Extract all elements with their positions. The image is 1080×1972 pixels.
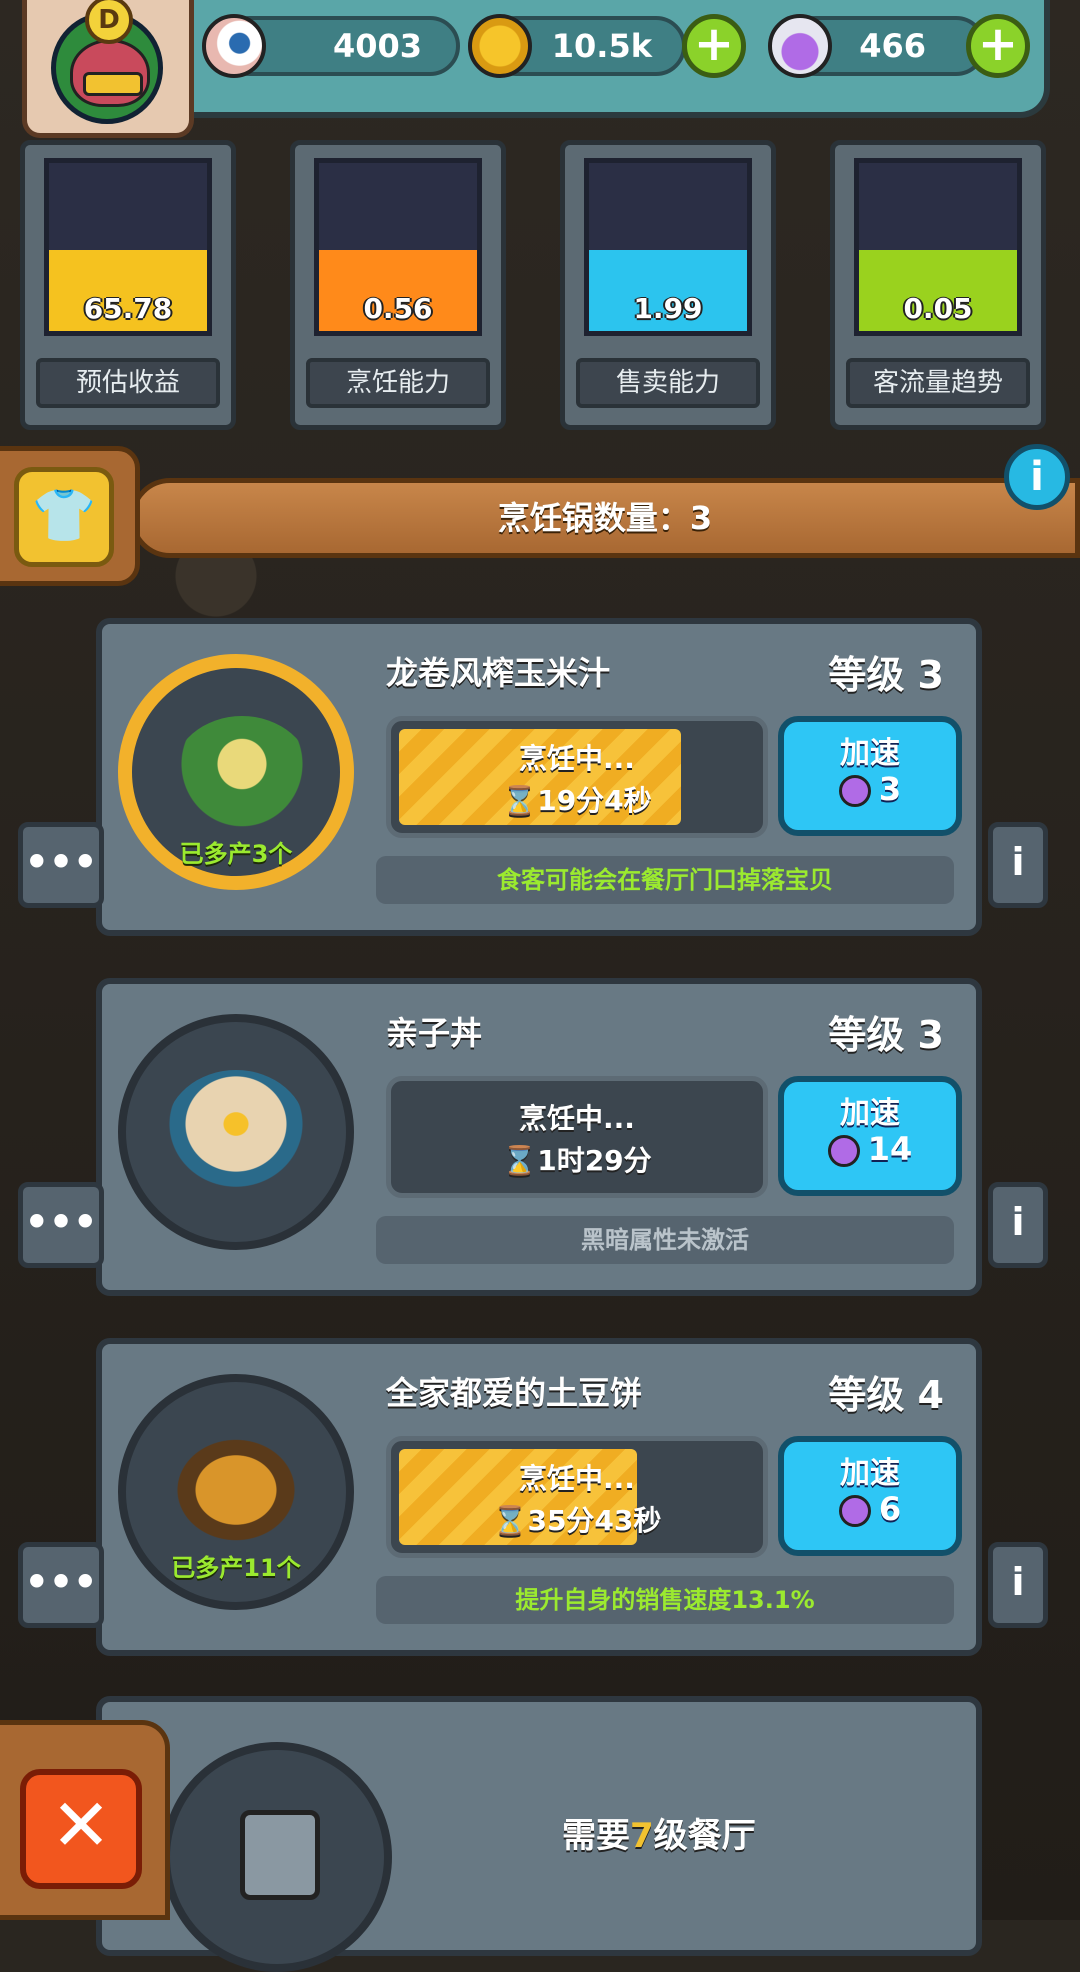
cooking-card: ••• i 已多产3个 龙卷风榨玉米汁 等级 3 烹饪中... ⌛19分4秒 加… xyxy=(18,618,1048,936)
potion-icon xyxy=(827,1135,860,1167)
info-icon[interactable]: i xyxy=(1004,444,1070,510)
dish-level: 等级 3 xyxy=(828,1013,944,1057)
stat-selling-ability: 1.99 售卖能力 xyxy=(560,140,776,430)
close-button-frame: ✕ xyxy=(0,1720,170,1920)
potion-icon xyxy=(838,775,871,807)
dish-effect-hint: 黑暗属性未激活 xyxy=(376,1216,954,1264)
oyakodon-dish-icon xyxy=(166,1070,306,1190)
shirt-icon[interactable]: 👕 xyxy=(14,467,114,567)
stat-label: 客流量趋势 xyxy=(846,358,1030,408)
dish-progress-ring: 已多产11个 xyxy=(118,1374,354,1610)
stat-value: 1.99 xyxy=(633,292,703,325)
more-options-button[interactable]: ••• xyxy=(18,1542,104,1628)
card-info-button[interactable]: i xyxy=(988,1542,1048,1628)
stat-value: 0.56 xyxy=(363,292,433,325)
card-info-button[interactable]: i xyxy=(988,1182,1048,1268)
cooking-progress: 烹饪中... ⌛19分4秒 xyxy=(386,716,768,838)
potato-pancake-dish-icon xyxy=(166,1430,306,1550)
dish-level: 等级 3 xyxy=(828,653,944,697)
cooking-status: 烹饪中... xyxy=(519,742,635,775)
speed-up-button[interactable]: 加速 3 xyxy=(778,716,962,836)
speed-up-cost: 3 xyxy=(784,770,956,808)
cooking-card: ••• i 已多产11个 全家都爱的土豆饼 等级 4 烹饪中... ⌛35分43… xyxy=(18,1338,1048,1656)
stat-label: 烹饪能力 xyxy=(306,358,490,408)
monster-face-icon xyxy=(70,39,150,107)
stat-tank: 65.78 xyxy=(44,158,212,336)
dish-progress-ring: 已多产3个 xyxy=(118,654,354,890)
cooking-timer: ⌛35分43秒 xyxy=(492,1504,662,1537)
potion-icon xyxy=(838,1495,871,1527)
coin-icon xyxy=(468,14,532,78)
cooking-status: 烹饪中... xyxy=(519,1102,635,1135)
coin-count: 10.5k xyxy=(551,27,652,65)
dish-name: 全家都爱的土豆饼 xyxy=(386,1374,643,1412)
monster-mouth xyxy=(83,72,143,96)
outfit-button-frame: 👕 xyxy=(0,446,140,586)
dish-name: 龙卷风榨玉米汁 xyxy=(386,654,611,692)
potion-counter: 466 xyxy=(768,14,986,78)
stat-customer-trend: 0.05 客流量趋势 xyxy=(830,140,1046,430)
stat-label: 售卖能力 xyxy=(576,358,760,408)
close-icon[interactable]: ✕ xyxy=(20,1769,142,1889)
stat-value: 0.05 xyxy=(903,292,973,325)
extra-produced-label: 已多产3个 xyxy=(179,840,293,868)
cooking-timer: ⌛19分4秒 xyxy=(502,784,652,817)
more-options-button[interactable]: ••• xyxy=(18,1182,104,1268)
stat-value: 65.78 xyxy=(83,292,173,325)
stat-tank: 1.99 xyxy=(584,158,752,336)
speed-up-button[interactable]: 加速 6 xyxy=(778,1436,962,1556)
stat-tank: 0.05 xyxy=(854,158,1022,336)
potion-icon xyxy=(768,14,832,78)
pot-count-banner: 烹饪锅数量：3 xyxy=(130,478,1080,558)
card-info-button[interactable]: i xyxy=(988,822,1048,908)
cooking-progress: 烹饪中... ⌛1时29分 xyxy=(386,1076,768,1198)
extra-produced-label: 已多产11个 xyxy=(171,1554,301,1582)
dish-effect-hint: 提升自身的销售速度13.1% xyxy=(376,1576,954,1624)
resource-bar: 4003 10.5k + 466 + xyxy=(160,0,1050,118)
stat-label: 预估收益 xyxy=(36,358,220,408)
player-avatar[interactable]: D xyxy=(22,0,194,138)
cooking-status: 烹饪中... xyxy=(519,1462,635,1495)
potion-count: 466 xyxy=(859,27,926,65)
speed-up-label: 加速 xyxy=(840,736,900,771)
cooking-progress: 烹饪中... ⌛35分43秒 xyxy=(386,1436,768,1558)
eyeball-count: 4003 xyxy=(332,27,422,65)
stat-estimated-income: 65.78 预估收益 xyxy=(20,140,236,430)
unlock-requirement: 需要7级餐厅 xyxy=(562,1816,756,1856)
dish-level: 等级 4 xyxy=(828,1373,944,1417)
speed-up-cost: 14 xyxy=(784,1130,956,1168)
padlock-icon xyxy=(240,1810,320,1900)
cooking-timer: ⌛1时29分 xyxy=(502,1144,652,1177)
speed-up-button[interactable]: 加速 14 xyxy=(778,1076,962,1196)
eyeball-counter: 4003 xyxy=(202,14,460,78)
add-coins-button[interactable]: + xyxy=(682,14,746,78)
add-potions-button[interactable]: + xyxy=(966,14,1030,78)
dish-effect-hint: 食客可能会在餐厅门口掉落宝贝 xyxy=(376,856,954,904)
dish-progress-ring xyxy=(118,1014,354,1250)
speed-up-cost: 6 xyxy=(784,1490,956,1528)
locked-ring xyxy=(162,1742,392,1972)
stat-tank: 0.56 xyxy=(314,158,482,336)
locked-pot-slot[interactable]: 需要7级餐厅 xyxy=(96,1696,982,1972)
more-options-button[interactable]: ••• xyxy=(18,822,104,908)
speed-up-label: 加速 xyxy=(840,1456,900,1491)
corn-juice-dish-icon xyxy=(172,716,312,836)
dish-name: 亲子丼 xyxy=(386,1014,483,1052)
coin-counter: 10.5k xyxy=(468,14,686,78)
cooking-card: ••• i 亲子丼 等级 3 烹饪中... ⌛1时29分 加速 14 黑暗属性未… xyxy=(18,978,1048,1296)
stat-cooking-ability: 0.56 烹饪能力 xyxy=(290,140,506,430)
eyeball-icon xyxy=(202,14,266,78)
pot-count-text: 烹饪锅数量：3 xyxy=(497,499,713,537)
speed-up-label: 加速 xyxy=(840,1096,900,1131)
